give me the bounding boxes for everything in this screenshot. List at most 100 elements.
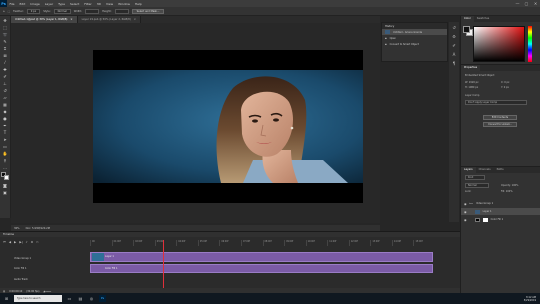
eyedropper-tool-icon[interactable]: ⁄ bbox=[2, 60, 9, 66]
background-color-swatch[interactable] bbox=[3, 175, 9, 180]
track-label-color-fill[interactable]: Color Fill 1 bbox=[14, 267, 26, 270]
menu-type[interactable]: Type bbox=[56, 2, 68, 6]
menu-help[interactable]: Help bbox=[132, 2, 144, 6]
blur-tool-icon[interactable]: ◆ bbox=[2, 109, 9, 115]
brush-panel-icon[interactable]: ✐ bbox=[452, 43, 455, 48]
menu-edit[interactable]: Edit bbox=[17, 2, 28, 6]
width-input[interactable] bbox=[85, 8, 100, 14]
system-clock[interactable]: 8:12 AM 5/29/2019 bbox=[524, 296, 540, 302]
zoom-tool-icon[interactable]: ⚲ bbox=[2, 158, 9, 164]
maximize-button[interactable]: ▢ bbox=[522, 1, 531, 6]
blend-mode-select[interactable]: Normal bbox=[465, 183, 489, 188]
menu-filter[interactable]: Filter bbox=[82, 2, 94, 6]
layer-row-video-group[interactable]: ◉ ▸▭ Video Group 1 bbox=[461, 200, 540, 207]
color-picker-field[interactable] bbox=[473, 26, 525, 62]
track-label-audio[interactable]: Audio Track bbox=[14, 278, 28, 281]
browser-icon[interactable]: ◎ bbox=[88, 295, 95, 302]
fill-value[interactable]: Fill: 100% bbox=[501, 190, 513, 193]
eraser-tool-icon[interactable]: ▱ bbox=[2, 95, 9, 101]
tab-paths[interactable]: Paths bbox=[494, 167, 507, 173]
close-button[interactable]: ✕ bbox=[531, 1, 540, 6]
width-value[interactable]: W: 1920 px bbox=[465, 81, 479, 84]
more-tools-icon[interactable]: … bbox=[2, 165, 9, 171]
color-swatches[interactable] bbox=[0, 172, 10, 181]
convert-to-linked-button[interactable]: Convert to Linked... bbox=[483, 122, 517, 127]
marquee-tool-icon[interactable]: ⬚ bbox=[2, 25, 9, 31]
photoshop-taskbar-icon[interactable]: Ps bbox=[99, 295, 106, 302]
tab-properties[interactable]: Properties bbox=[461, 65, 481, 71]
lasso-tool-icon[interactable]: ➰ bbox=[2, 32, 9, 38]
x-value[interactable]: X: 0 px bbox=[501, 81, 509, 84]
timeline-clip-color-fill[interactable]: Color Fill 1 bbox=[90, 264, 433, 273]
menu-view[interactable]: View bbox=[103, 2, 115, 6]
dodge-tool-icon[interactable]: ● bbox=[2, 116, 9, 122]
properties-panel-icon[interactable]: ⚙ bbox=[452, 34, 456, 39]
next-frame-icon[interactable]: ▶| bbox=[19, 240, 22, 244]
layer-comp-select[interactable]: Don't Apply Layer Comp bbox=[465, 100, 527, 105]
prev-frame-icon[interactable]: ◀ bbox=[9, 240, 11, 244]
layer-row-layer-1[interactable]: ◉ Layer 1 bbox=[461, 208, 540, 215]
move-tool-icon[interactable]: ✥ bbox=[2, 18, 9, 24]
layer-row-color-fill[interactable]: ◉ Color Fill 1 bbox=[461, 216, 540, 223]
close-tab-icon[interactable]: × bbox=[134, 18, 136, 21]
track-label-video-group[interactable]: Video Group 1 bbox=[14, 257, 31, 260]
visibility-eye-icon[interactable]: ◉ bbox=[464, 218, 467, 222]
y-value[interactable]: Y: 0 px bbox=[501, 86, 509, 89]
menu-file[interactable]: File bbox=[7, 2, 17, 6]
task-view-icon[interactable]: ▭ bbox=[66, 295, 73, 302]
menu-select[interactable]: Select bbox=[68, 2, 82, 6]
foreground-color-chip[interactable] bbox=[463, 26, 470, 33]
tab-color[interactable]: Color bbox=[461, 16, 474, 22]
timeline-title[interactable]: Timeline bbox=[0, 232, 460, 237]
history-brush-tool-icon[interactable]: ↺ bbox=[2, 88, 9, 94]
edit-contents-button[interactable]: Edit Contents bbox=[483, 115, 517, 120]
crop-tool-icon[interactable]: ⌗ bbox=[2, 46, 9, 52]
zoom-level[interactable]: 30% bbox=[14, 227, 20, 230]
feather-input[interactable]: 0 px bbox=[26, 8, 41, 14]
type-tool-icon[interactable]: T bbox=[2, 130, 9, 136]
history-panel-icon[interactable]: ↺ bbox=[452, 25, 455, 30]
hue-slider[interactable] bbox=[528, 26, 532, 62]
visibility-eye-icon[interactable]: ◉ bbox=[464, 210, 467, 214]
tab-swatches[interactable]: Swatches bbox=[474, 16, 492, 22]
quick-mask-icon[interactable]: ◙ bbox=[2, 183, 9, 189]
menu-image[interactable]: Image bbox=[28, 2, 42, 6]
close-tab-icon[interactable]: × bbox=[70, 18, 72, 21]
shape-tool-icon[interactable]: ▭ bbox=[2, 144, 9, 150]
taskbar-search-input[interactable]: Type here to search bbox=[14, 295, 62, 302]
layer-filter-select[interactable]: Kind bbox=[465, 175, 485, 180]
path-select-tool-icon[interactable]: ➤ bbox=[2, 137, 9, 143]
menu-window[interactable]: Window bbox=[116, 2, 133, 6]
document-tab-2[interactable]: Layer 19.psb @ 50% (Layer 2, RGB/8) × bbox=[77, 16, 141, 23]
clone-stamp-tool-icon[interactable]: ⊥ bbox=[2, 81, 9, 87]
paragraph-panel-icon[interactable]: ¶ bbox=[453, 61, 456, 66]
quick-select-tool-icon[interactable]: ✎ bbox=[2, 39, 9, 45]
height-value[interactable]: H: 1080 px bbox=[465, 86, 478, 89]
time-ruler[interactable]: 00 01:00f 02:00f 03:00f 04:00f 05:00f 06… bbox=[90, 240, 435, 246]
document-tab-1[interactable]: Untitled-1@psd @ 30% (Layer 1, RGB/8) × bbox=[11, 16, 78, 23]
document-image[interactable] bbox=[93, 70, 363, 183]
audio-icon[interactable]: ♪ bbox=[26, 240, 28, 244]
home-icon[interactable]: ⌂ bbox=[3, 10, 5, 13]
windows-start-icon[interactable]: ⊞ bbox=[3, 295, 10, 302]
style-select[interactable]: Normal bbox=[53, 8, 71, 14]
file-explorer-icon[interactable]: ▤ bbox=[77, 295, 84, 302]
minimize-button[interactable]: — bbox=[513, 1, 522, 6]
history-item[interactable]: ▪ Convert to Smart Object bbox=[382, 41, 447, 47]
settings-icon[interactable]: ⚙ bbox=[31, 240, 34, 244]
pen-tool-icon[interactable]: ✒ bbox=[2, 123, 9, 129]
visibility-eye-icon[interactable]: ◉ bbox=[464, 202, 467, 206]
gradient-tool-icon[interactable]: ▦ bbox=[2, 102, 9, 108]
menu-layer[interactable]: Layer bbox=[42, 2, 55, 6]
split-icon[interactable]: ✂ bbox=[36, 240, 39, 244]
tab-layers[interactable]: Layers bbox=[461, 167, 476, 173]
play-icon[interactable]: ▶ bbox=[14, 240, 16, 244]
marquee-tool-icon[interactable]: ⬚ bbox=[8, 10, 10, 13]
opacity-value[interactable]: Opacity: 100% bbox=[501, 184, 518, 187]
playhead[interactable] bbox=[163, 240, 164, 290]
timeline-clip-layer-1[interactable]: Layer 1 bbox=[90, 252, 433, 262]
character-panel-icon[interactable]: A bbox=[453, 52, 456, 57]
frame-tool-icon[interactable]: ⊠ bbox=[2, 53, 9, 59]
height-input[interactable] bbox=[114, 8, 129, 14]
hand-tool-icon[interactable]: ✋ bbox=[2, 151, 9, 157]
